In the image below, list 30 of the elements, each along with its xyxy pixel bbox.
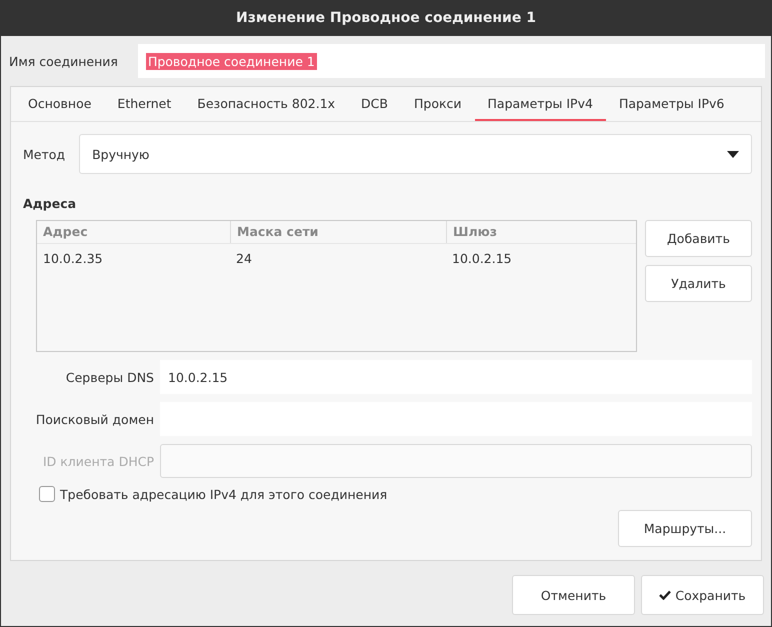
cancel-button[interactable]: Отменить <box>512 575 635 615</box>
tab[interactable]: Безопасность 802.1x <box>184 87 348 121</box>
tab[interactable]: Параметры IPv6 <box>606 87 738 121</box>
input-field[interactable] <box>160 444 752 478</box>
method-dropdown[interactable]: Вручную <box>79 134 752 174</box>
field-label: Поисковый домен <box>34 412 154 426</box>
tab[interactable]: Прокси <box>400 87 475 121</box>
tab[interactable]: Основное <box>15 87 104 121</box>
table-action-button[interactable]: Удалить <box>645 265 752 302</box>
checkbox[interactable] <box>39 486 55 502</box>
field-label: Метод <box>23 146 66 162</box>
table-cell-text: 24 <box>235 250 253 268</box>
routes-button[interactable]: Маршруты... <box>618 510 752 547</box>
checkbox-label: Требовать адресацию IPv4 для этого соединения <box>60 486 388 502</box>
tab[interactable]: DCB <box>348 87 401 121</box>
dropdown-arrow-icon <box>727 150 739 158</box>
table-cell-text: 10.0.2.35 <box>42 250 104 268</box>
table-action-button[interactable]: Добавить <box>645 220 752 257</box>
field-label: Имя соединения <box>9 54 118 68</box>
table-cell-text: 10.0.2.15 <box>451 250 513 268</box>
checkmark-icon <box>659 590 672 600</box>
field-value: Проводное соединение 1 <box>146 52 317 70</box>
tab[interactable]: Параметры IPv4 <box>474 87 606 121</box>
field-label: Серверы DNS <box>64 370 154 384</box>
save-button[interactable]: Сохранить <box>641 575 764 615</box>
input-field[interactable]: 10.0.2.15 <box>160 360 752 394</box>
window-title: Изменение Проводное соединение 1 <box>236 10 536 26</box>
tab[interactable]: Ethernet <box>104 87 184 121</box>
section-heading: Адреса <box>23 196 78 211</box>
field-label: ID клиента DHCP <box>42 454 154 468</box>
